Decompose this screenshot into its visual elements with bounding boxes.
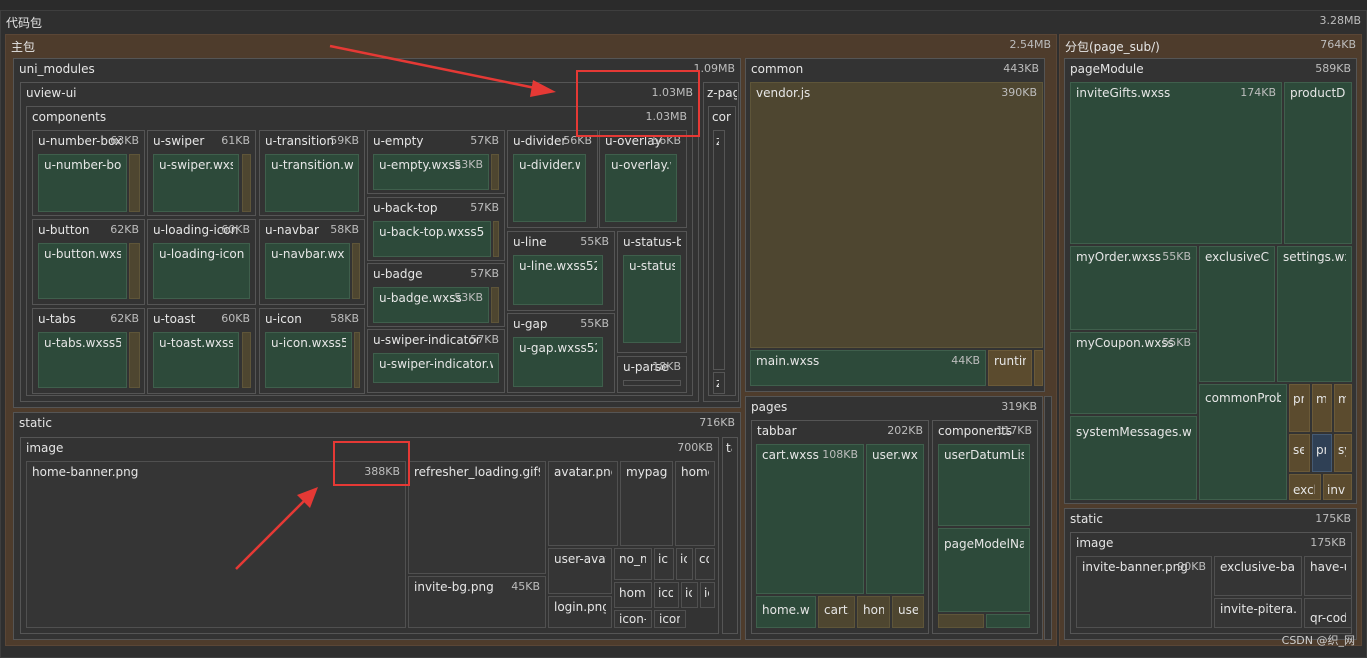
watermark: CSDN @织_网 [1281, 634, 1355, 647]
arrow-head-top [530, 80, 556, 97]
arrow-line-bottom [235, 499, 306, 570]
annotation-arrows [235, 44, 556, 570]
arrow-line-top [329, 44, 541, 91]
